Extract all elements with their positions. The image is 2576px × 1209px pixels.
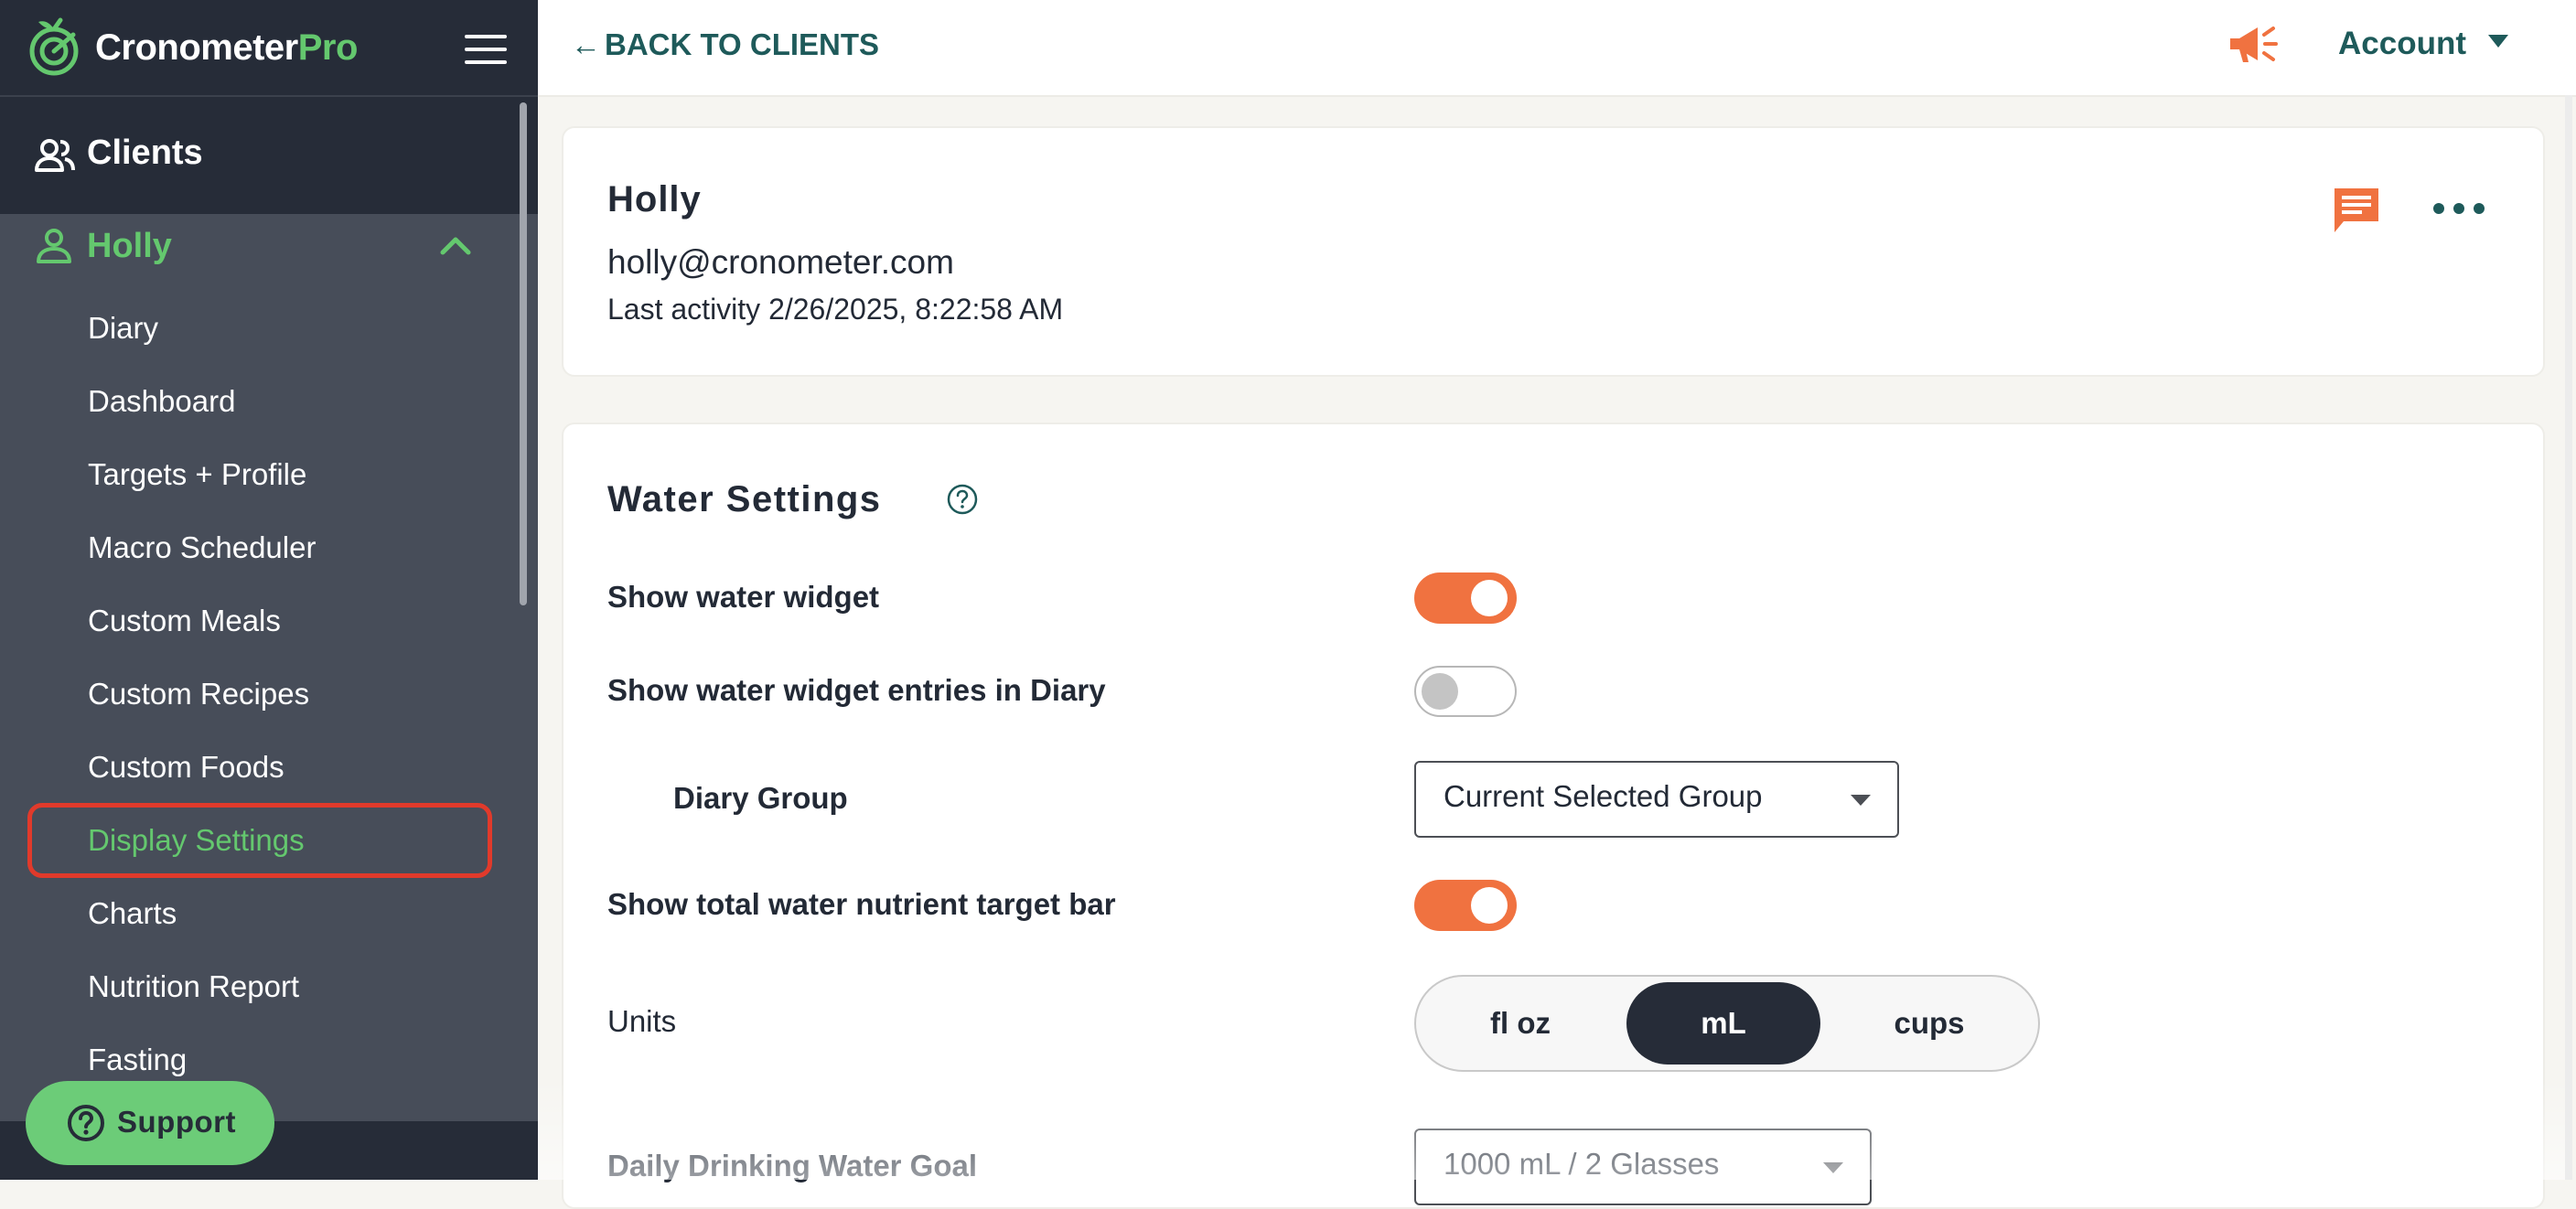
sidebar-item-charts[interactable]: Charts — [88, 896, 177, 931]
page-scrollbar[interactable] — [2565, 95, 2572, 1180]
sidebar-scrollbar[interactable] — [520, 102, 527, 605]
client-email: holly@cronometer.com — [607, 243, 954, 281]
person-icon — [37, 229, 71, 263]
back-to-clients-link[interactable]: ← BACK TO CLIENTS — [571, 27, 879, 62]
diary-group-value: Current Selected Group — [1444, 779, 1763, 813]
sidebar-item-clients-label: Clients — [87, 134, 203, 172]
brand-bar: CronometerPro — [0, 0, 538, 97]
sidebar-item-dashboard[interactable]: Dashboard — [88, 384, 235, 419]
units-option-ml[interactable]: mL — [1626, 982, 1820, 1065]
client-last-activity: Last activity 2/26/2025, 8:22:58 AM — [607, 293, 1064, 326]
daily-goal-select[interactable]: 1000 mL / 2 Glasses — [1414, 1129, 1872, 1205]
cronometer-logo-icon — [29, 17, 79, 76]
support-button[interactable]: Support — [26, 1081, 274, 1165]
daily-goal-value: 1000 mL / 2 Glasses — [1444, 1147, 1720, 1181]
show-target-bar-label: Show total water nutrient target bar — [607, 887, 1116, 921]
menu-icon[interactable] — [465, 35, 507, 66]
client-name: Holly — [607, 179, 702, 219]
show-water-widget-toggle[interactable] — [1414, 572, 1517, 624]
show-target-bar-toggle[interactable] — [1414, 880, 1517, 931]
diary-group-label: Diary Group — [673, 781, 848, 815]
megaphone-icon[interactable] — [2227, 20, 2280, 68]
sidebar-client-name: Holly — [87, 227, 172, 265]
brand-pro-label: Pro — [297, 27, 359, 68]
sidebar-item-nutrition-report[interactable]: Nutrition Report — [88, 969, 299, 1004]
sidebar-item-custom-meals[interactable]: Custom Meals — [88, 604, 281, 638]
sidebar-item-display-settings[interactable]: Display Settings — [88, 823, 305, 858]
water-settings-title: Water Settings — [607, 479, 882, 519]
sidebar-item-clients[interactable]: Clients — [0, 97, 538, 214]
sidebar-item-diary[interactable]: Diary — [88, 311, 158, 346]
units-option-fl-oz[interactable]: fl oz — [1422, 982, 1619, 1065]
back-to-clients-label: BACK TO CLIENTS — [605, 27, 880, 61]
water-settings-card: Water Settings Show water widget Show wa… — [562, 423, 2545, 1209]
arrow-left-icon: ← — [571, 27, 601, 61]
sidebar-item-fasting[interactable]: Fasting — [88, 1043, 187, 1077]
sidebar-item-macro-scheduler[interactable]: Macro Scheduler — [88, 530, 316, 565]
sidebar-item-targets-profile[interactable]: Targets + Profile — [88, 457, 306, 492]
support-label: Support — [117, 1105, 236, 1139]
top-bar: ← BACK TO CLIENTS Account — [538, 0, 2576, 97]
message-icon[interactable] — [2331, 185, 2382, 236]
client-info-card: Holly holly@cronometer.com Last activity… — [562, 126, 2545, 377]
show-entries-label: Show water widget entries in Diary — [607, 673, 1106, 707]
brand-name: CronometerPro — [95, 27, 359, 68]
chevron-up-icon[interactable] — [437, 230, 474, 258]
units-segmented-control: fl oz mL cups — [1414, 975, 2040, 1072]
sidebar-item-custom-foods[interactable]: Custom Foods — [88, 750, 284, 785]
caret-down-icon — [1851, 795, 1871, 806]
units-option-cups[interactable]: cups — [1828, 982, 2031, 1065]
diary-group-select[interactable]: Current Selected Group — [1414, 761, 1899, 838]
sidebar-item-custom-recipes[interactable]: Custom Recipes — [88, 677, 309, 711]
sidebar: CronometerPro Clients Holly Diary Dashbo… — [0, 0, 538, 1180]
show-water-widget-label: Show water widget — [607, 580, 880, 614]
more-options-icon[interactable] — [2430, 198, 2488, 219]
units-label: Units — [607, 1004, 677, 1038]
help-icon[interactable] — [946, 483, 979, 516]
people-icon — [35, 139, 75, 172]
caret-down-icon — [1823, 1162, 1843, 1173]
caret-down-icon[interactable] — [2486, 33, 2510, 49]
help-circle-icon — [68, 1105, 104, 1141]
sidebar-client-holly[interactable]: Holly — [0, 214, 520, 284]
show-entries-toggle[interactable] — [1414, 666, 1517, 717]
account-menu-button[interactable]: Account — [2338, 26, 2466, 62]
daily-goal-label: Daily Drinking Water Goal — [607, 1149, 978, 1182]
